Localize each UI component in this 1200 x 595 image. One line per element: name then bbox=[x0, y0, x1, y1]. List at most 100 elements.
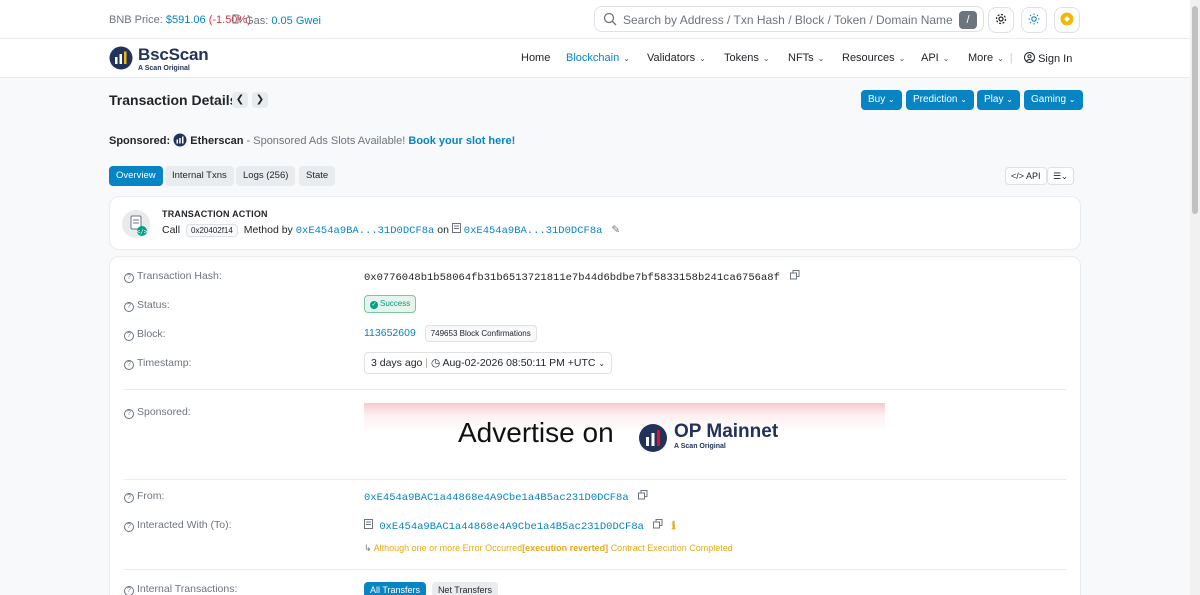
theme-toggle-button[interactable] bbox=[1021, 7, 1047, 33]
chevron-down-icon: ⌄ bbox=[888, 95, 895, 104]
transaction-details-card: ? Transaction Hash: 0x0776048b1b58064fb31… bbox=[109, 256, 1081, 595]
chevron-down-icon: ⌄ bbox=[1061, 172, 1068, 181]
tab-overview[interactable]: Overview bbox=[109, 166, 163, 186]
sponsored-text: - Sponsored Ads Slots Available! bbox=[246, 135, 406, 147]
nav-more[interactable]: More ⌄ | bbox=[968, 52, 1013, 64]
tab-logs[interactable]: Logs (256) bbox=[236, 166, 296, 186]
action-from-address[interactable]: 0xE454a9BA...31D0DCF8a bbox=[296, 225, 435, 237]
chevron-down-icon: ⌄ bbox=[817, 54, 825, 63]
transaction-action-row: Call 0x20402f14 Method by 0xE454a9BA...3… bbox=[162, 223, 620, 237]
nav-blockchain[interactable]: Blockchain ⌄ bbox=[566, 52, 630, 64]
nav-nfts[interactable]: NFTs ⌄ bbox=[788, 52, 824, 64]
copy-icon[interactable] bbox=[637, 490, 648, 504]
top-bar: BNB Price: $591.06 (-1.50%) Gas: 0.05 Gw… bbox=[0, 0, 1200, 39]
chevron-down-icon: ⌄ bbox=[942, 54, 950, 63]
nav-tokens[interactable]: Tokens ⌄ bbox=[724, 52, 770, 64]
edit-icon[interactable]: ✎ bbox=[611, 224, 620, 236]
contract-icon bbox=[364, 519, 379, 533]
chevron-down-icon: ⌄ bbox=[997, 54, 1004, 63]
code-icon: </> bbox=[1011, 171, 1025, 181]
scrollbar-thumb[interactable] bbox=[1192, 6, 1198, 214]
chevron-down-icon: ⌄ bbox=[1068, 95, 1076, 104]
bnb-price-value[interactable]: $591.06 bbox=[166, 14, 206, 26]
timestamp-dropdown[interactable]: 3 days ago | ◷ Aug-02-2026 08:50:11 PM +… bbox=[364, 352, 613, 374]
info-icon[interactable]: ℹ bbox=[672, 521, 676, 533]
bnb-icon bbox=[1060, 12, 1074, 29]
tab-internal-txns[interactable]: Internal Txns bbox=[165, 166, 234, 186]
bnb-price-label: BNB Price: bbox=[109, 14, 163, 26]
gas-value[interactable]: 0.05 Gwei bbox=[271, 15, 321, 27]
play-button-label: Play bbox=[984, 94, 1004, 105]
tab-all-transfers[interactable]: All Transfers bbox=[364, 582, 427, 595]
gaming-button-label: Gaming bbox=[1031, 94, 1067, 105]
gaming-button[interactable]: Gaming ⌄ bbox=[1024, 90, 1083, 110]
buy-button[interactable]: Buy ⌄ bbox=[861, 90, 902, 110]
copy-icon[interactable] bbox=[790, 270, 800, 284]
timestamp-relative: 3 days ago bbox=[371, 357, 423, 369]
previous-tx-button[interactable]: ❮ bbox=[232, 92, 248, 108]
nav-tokens-label: Tokens bbox=[724, 52, 759, 64]
settings-button[interactable] bbox=[988, 7, 1014, 33]
action-call-text: Call bbox=[162, 224, 181, 236]
sign-in-label: Sign In bbox=[1038, 53, 1073, 65]
nav-nfts-label: NFTs bbox=[788, 52, 814, 64]
to-address-link[interactable]: 0xE454a9BAC1a44868e4A9Cbe1a4B5ac231D0DCF… bbox=[379, 521, 644, 533]
method-selector-badge: 0x20402f14 bbox=[186, 224, 238, 237]
op-mainnet-logo-icon bbox=[638, 423, 668, 456]
from-address-link[interactable]: 0xE454a9BAC1a44868e4A9Cbe1a4B5ac231D0DCF… bbox=[364, 492, 629, 504]
play-button[interactable]: Play ⌄ bbox=[977, 90, 1020, 110]
timestamp-value[interactable]: 3 days ago | ◷ Aug-02-2026 08:50:11 PM +… bbox=[364, 352, 613, 374]
prediction-button[interactable]: Prediction ⌄ bbox=[906, 90, 974, 110]
page-scrollbar[interactable] bbox=[1190, 0, 1200, 595]
to-label: ? Interacted With (To): bbox=[124, 519, 232, 532]
nav-blockchain-label: Blockchain bbox=[566, 52, 620, 64]
internal-transactions-label: ? Internal Transactions: bbox=[124, 583, 237, 595]
nav-resources-label: Resources bbox=[842, 52, 895, 64]
user-icon bbox=[1024, 52, 1038, 65]
list-icon: ☰ bbox=[1053, 171, 1062, 181]
question-icon: ? bbox=[124, 360, 134, 370]
nav-validators-label: Validators bbox=[647, 52, 696, 64]
divider bbox=[124, 569, 1066, 570]
warning-prefix: Although one or more Error Occurred bbox=[373, 543, 523, 553]
execution-warning: ↳ Although one or more Error Occurred[ex… bbox=[364, 543, 733, 554]
ad-brand-sub: A Scan Original bbox=[674, 443, 726, 450]
search-icon bbox=[603, 12, 617, 29]
buy-button-label: Buy bbox=[868, 94, 886, 105]
transaction-action-label: TRANSACTION ACTION bbox=[162, 209, 268, 219]
nav-more-label: More bbox=[968, 52, 994, 64]
nav-api[interactable]: API ⌄ bbox=[921, 52, 949, 64]
tx-hash-label: ? Transaction Hash: bbox=[124, 270, 222, 283]
book-slot-link[interactable]: Book your slot here! bbox=[408, 135, 515, 147]
sponsored-row-label: ? Sponsored: bbox=[124, 406, 191, 419]
gas-price: Gas: 0.05 Gwei bbox=[232, 14, 321, 27]
ad-brand: OP Mainnet bbox=[674, 421, 779, 442]
search-input[interactable]: Search by Address / Txn Hash / Block / T… bbox=[594, 6, 984, 32]
logo-name: BscScan bbox=[138, 45, 209, 64]
nav-resources[interactable]: Resources ⌄ bbox=[842, 52, 905, 64]
block-number-link[interactable]: 113652609 bbox=[364, 327, 416, 339]
tab-net-transfers[interactable]: Net Transfers bbox=[431, 582, 498, 595]
next-tx-button[interactable]: ❯ bbox=[252, 92, 268, 108]
nav-home-label: Home bbox=[521, 52, 551, 64]
question-icon: ? bbox=[124, 493, 134, 503]
status-value: ✓ Success bbox=[364, 295, 417, 313]
logo-tagline: A Scan Original bbox=[138, 65, 190, 72]
nav-validators[interactable]: Validators ⌄ bbox=[647, 52, 706, 64]
timestamp-label: ? Timestamp: bbox=[124, 357, 191, 370]
bnb-network-button[interactable] bbox=[1054, 7, 1080, 33]
view-options-button[interactable]: ☰⌄ bbox=[1047, 167, 1074, 185]
advertisement-banner[interactable]: Advertise on OP Mainnet A Scan Original bbox=[364, 403, 885, 467]
nav-home[interactable]: Home bbox=[521, 52, 550, 64]
tab-state[interactable]: State bbox=[299, 166, 336, 186]
page-title: Transaction Details bbox=[109, 92, 238, 108]
gas-label: Gas: bbox=[245, 15, 269, 27]
action-method-by-text: Method by bbox=[243, 224, 293, 236]
sponsored-brand[interactable]: Etherscan bbox=[190, 135, 243, 147]
sign-in-link[interactable]: Sign In bbox=[1024, 52, 1072, 65]
transaction-action-card: </> TRANSACTION ACTION Call 0x20402f14 M… bbox=[109, 196, 1081, 250]
warning-reason: [execution reverted] bbox=[522, 543, 609, 553]
action-contract-address[interactable]: 0xE454a9BA...31D0DCF8a bbox=[464, 225, 603, 237]
copy-icon[interactable] bbox=[653, 519, 669, 533]
api-button[interactable]: </> API bbox=[1005, 167, 1047, 185]
